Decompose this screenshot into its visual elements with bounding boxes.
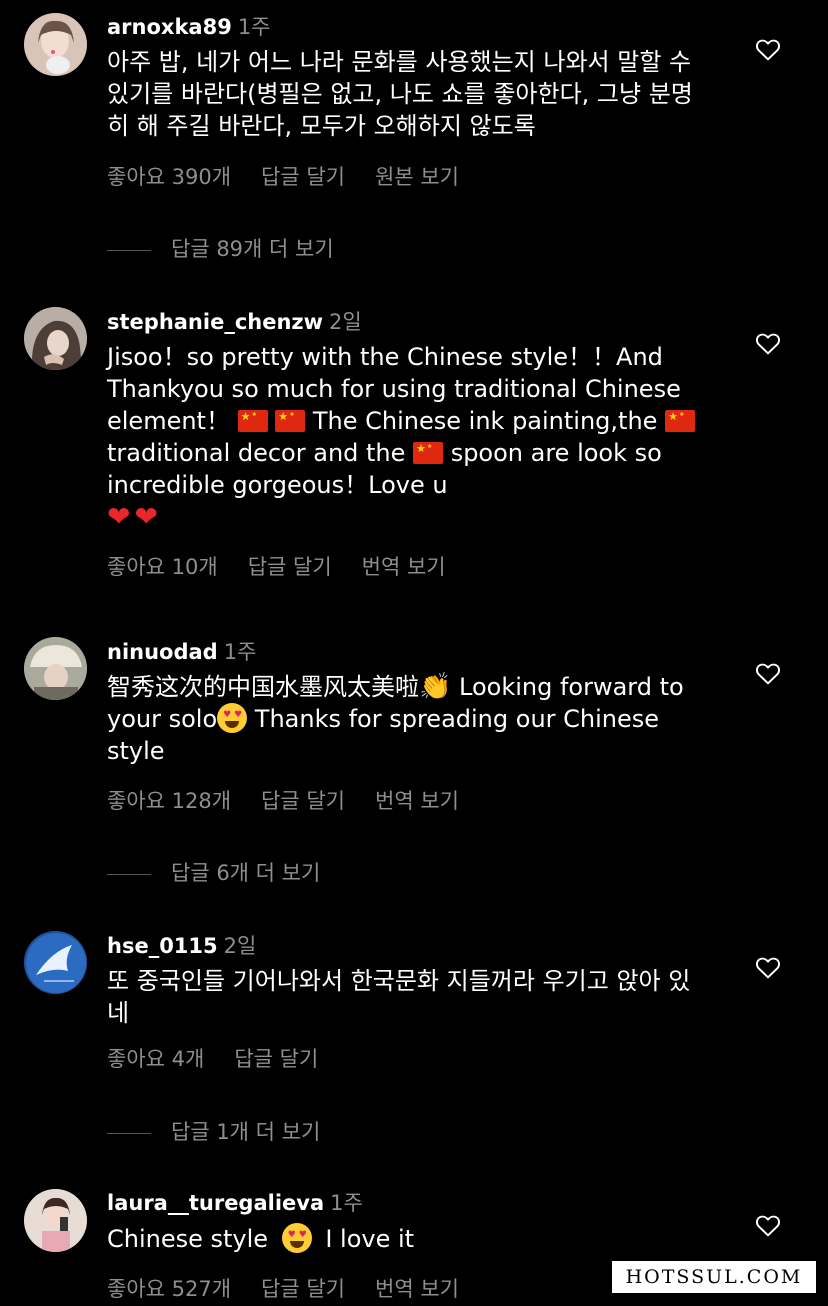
view-replies-button[interactable]: 답글 6개 더 보기: [107, 857, 320, 887]
clapping-hands-emoji: 👏: [419, 672, 452, 702]
comment-header: hse_0115 2일: [107, 930, 256, 960]
reply-button[interactable]: 답글 달기: [261, 165, 345, 189]
comment-actions: 좋아요 4개 답글 달기: [107, 1043, 348, 1073]
heart-eyes-emoji: ♥ ♥: [217, 703, 248, 733]
comment-text: Chinese style ♥ ♥ I love it: [107, 1223, 712, 1255]
comment-time: 2일: [223, 934, 257, 958]
avatar[interactable]: [24, 1189, 87, 1252]
view-replies-button[interactable]: 답글 1개 더 보기: [107, 1116, 320, 1146]
comment-time: 1주: [330, 1191, 363, 1215]
likes-count[interactable]: 좋아요 4개: [107, 1047, 204, 1071]
comment-text-part: 智秀这次的中国水墨风太美啦: [107, 673, 419, 701]
comment-text: 智秀这次的中国水墨风太美啦👏 Looking forward to your s…: [107, 671, 712, 767]
replies-divider: [107, 1132, 151, 1134]
likes-count[interactable]: 좋아요 10개: [107, 555, 218, 579]
comment-header: stephanie_chenzw 2일: [107, 306, 362, 336]
watermark: HOTSSUL.COM: [610, 1259, 818, 1295]
comment-actions: 좋아요 10개 답글 달기 번역 보기: [107, 551, 476, 581]
comment-header: ninuodad 1주: [107, 636, 256, 666]
comment-header: arnoxka89 1주: [107, 11, 271, 41]
heart-outline-icon[interactable]: [755, 955, 781, 979]
comment-actions: 좋아요 128개 답글 달기 번역 보기: [107, 785, 489, 815]
username[interactable]: stephanie_chenzw: [107, 310, 323, 334]
reply-button[interactable]: 답글 달기: [248, 555, 332, 579]
comment-text-part: Chinese style: [107, 1225, 269, 1253]
likes-count[interactable]: 좋아요 390개: [107, 165, 231, 189]
see-translation-button[interactable]: 번역 보기: [375, 1277, 459, 1301]
avatar[interactable]: [24, 307, 87, 370]
view-replies-label[interactable]: 답글 89개 더 보기: [171, 237, 334, 261]
username[interactable]: hse_0115: [107, 934, 218, 958]
likes-count[interactable]: 좋아요 527개: [107, 1277, 231, 1301]
username[interactable]: laura__turegalieva: [107, 1191, 324, 1215]
comment-text: 또 중국인들 기어나와서 한국문화 지들꺼라 우기고 앉아 있네: [107, 967, 691, 1027]
comment-text: 아주 밥, 네가 어느 나라 문화를 사용했는지 나와서 말할 수 있기를 바란…: [107, 48, 693, 140]
see-translation-button[interactable]: 번역 보기: [362, 555, 446, 579]
see-original-button[interactable]: 원본 보기: [375, 165, 459, 189]
comment-actions: 좋아요 390개 답글 달기 원본 보기: [107, 161, 489, 191]
heart-eyes-emoji: ♥ ♥: [281, 1223, 312, 1253]
china-flag-emoji: [665, 410, 696, 432]
avatar[interactable]: [24, 637, 87, 700]
avatar[interactable]: [24, 931, 87, 994]
china-flag-emoji: [237, 410, 268, 432]
comment-text: Jisoo！so pretty with the Chinese style！！…: [107, 341, 712, 534]
replies-divider: [107, 873, 151, 875]
username[interactable]: ninuodad: [107, 640, 218, 664]
avatar[interactable]: [24, 13, 87, 76]
heart-outline-icon[interactable]: [755, 1213, 781, 1237]
heart-outline-icon[interactable]: [755, 331, 781, 355]
comment-text-part: I love it: [325, 1225, 415, 1253]
view-replies-label[interactable]: 답글 1개 더 보기: [171, 1120, 320, 1144]
comment-time: 1주: [237, 15, 271, 39]
heart-outline-icon[interactable]: [755, 661, 781, 685]
heart-outline-icon[interactable]: [755, 37, 781, 61]
replies-divider: [107, 249, 151, 251]
red-heart-emoji: ❤: [134, 500, 158, 533]
comment-header: laura__turegalieva 1주: [107, 1187, 363, 1217]
view-replies-label[interactable]: 답글 6개 더 보기: [171, 861, 320, 885]
china-flag-emoji: [413, 442, 444, 464]
red-heart-emoji: ❤: [107, 500, 131, 533]
comment-text-part: traditional decor and the: [107, 439, 406, 467]
china-flag-emoji: [275, 410, 306, 432]
comment-time: 2일: [329, 310, 362, 334]
username[interactable]: arnoxka89: [107, 15, 232, 39]
reply-button[interactable]: 답글 달기: [234, 1047, 318, 1071]
comment-text-part: The Chinese ink painting,the: [312, 407, 658, 435]
reply-button[interactable]: 답글 달기: [261, 789, 345, 813]
likes-count[interactable]: 좋아요 128개: [107, 789, 231, 813]
see-translation-button[interactable]: 번역 보기: [375, 789, 459, 813]
view-replies-button[interactable]: 답글 89개 더 보기: [107, 233, 334, 263]
reply-button[interactable]: 답글 달기: [261, 1277, 345, 1301]
comment-time: 1주: [223, 640, 257, 664]
comment-actions: 좋아요 527개 답글 달기 번역 보기: [107, 1273, 489, 1303]
